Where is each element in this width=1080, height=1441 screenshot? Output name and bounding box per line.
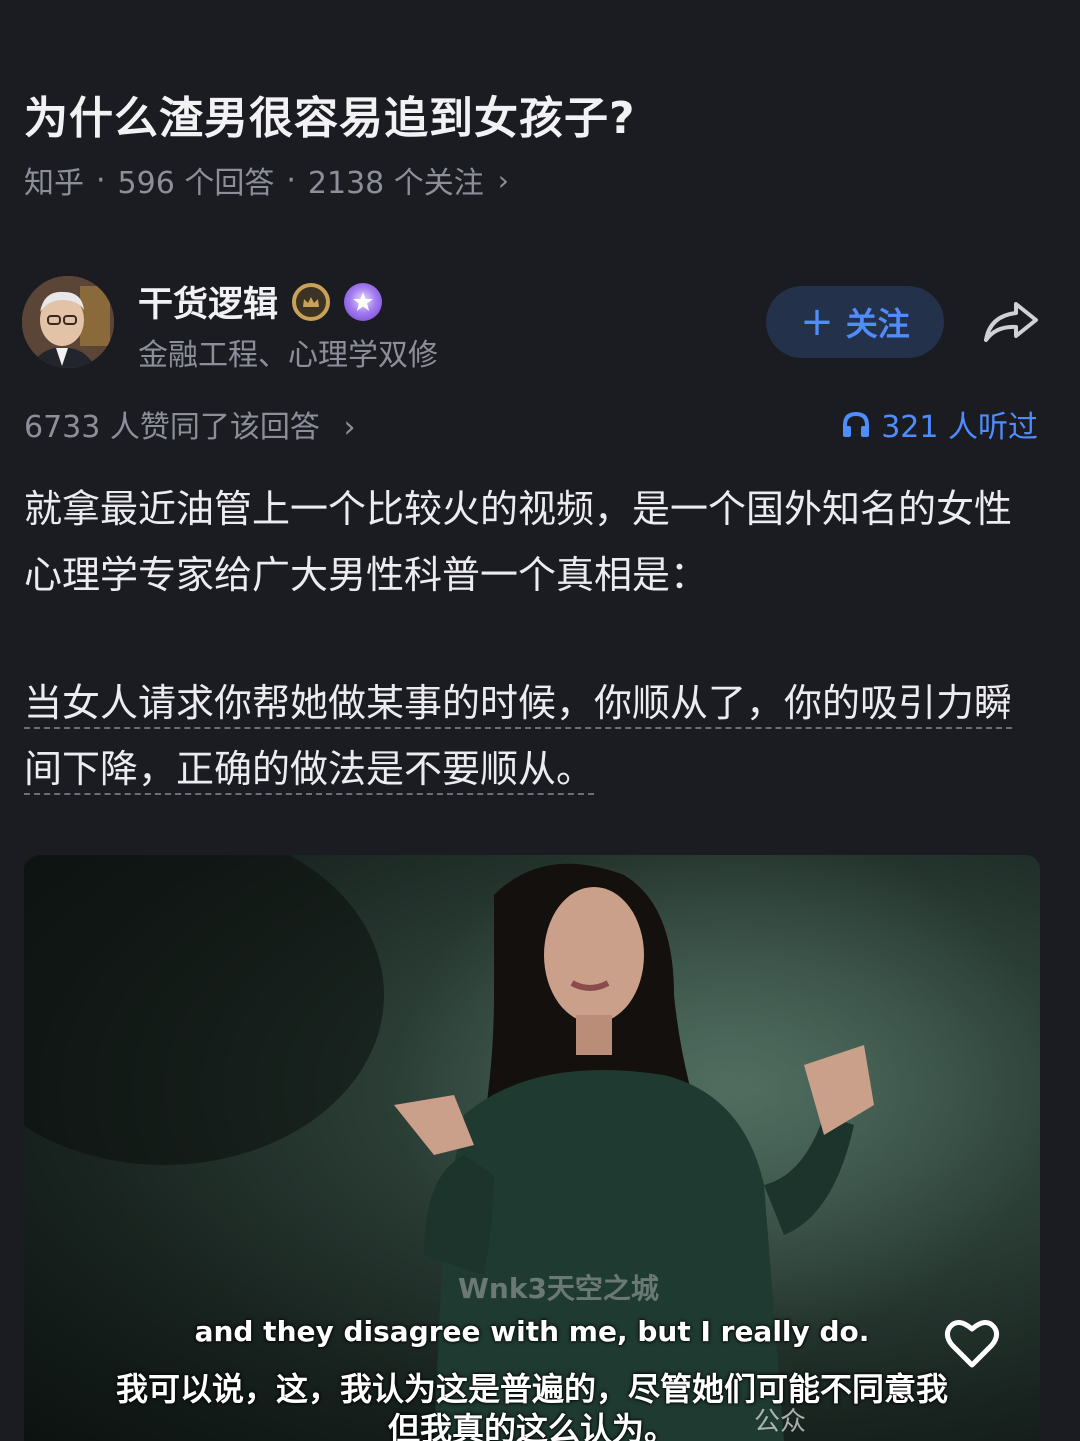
subtitle-english: and they disagree with me, but I really … [194,1315,870,1348]
headphones-icon [843,411,870,437]
star-badge-icon[interactable] [344,282,383,321]
agree-count: 6733 人赞同了该回答 [24,410,320,445]
author-bio: 金融工程、心理学双修 [138,338,438,373]
source-label: 知乎 [24,166,84,201]
crown-badge-icon[interactable] [292,282,331,321]
question-title[interactable]: 为什么渣男很容易追到女孩子? [24,82,636,146]
listen-count-button[interactable]: 321 人听过 [841,402,1038,446]
heart-icon[interactable] [944,1317,1000,1369]
subtitle-chinese: 我可以说，这，我认为这是普遍的，尽管她们可能不同意我 但我真的这么认为。 [24,1369,1040,1441]
listen-count: 321 人听过 [881,410,1038,445]
follower-count: 2138 个关注 [307,166,484,201]
chevron-right-icon: › [497,163,509,197]
author-name[interactable]: 干货逻辑 [138,276,278,327]
plus-icon: + [800,299,834,345]
video-watermark: Wnk3天空之城 [458,1272,659,1305]
meta-separator: · [96,162,106,198]
subtitle-chinese-line-1: 我可以说，这，我认为这是普遍的，尽管她们可能不同意我 [115,1370,948,1408]
answer-paragraph: 就拿最近油管上一个比较火的视频，是一个国外知名的女性心理学专家给广大男性科普一个… [24,487,1013,597]
agree-count-link[interactable]: 6733 人赞同了该回答 › [24,402,355,446]
meta-separator: · [286,162,296,198]
answer-paragraph-highlight[interactable]: 当女人请求你帮她做某事的时候，你顺从了，你的吸引力瞬间下降，正确的做法是不要顺从… [24,670,1014,802]
follow-button[interactable]: + 关注 [766,286,944,358]
follow-label: 关注 [845,305,910,343]
corner-watermark: 公众 [754,1407,807,1437]
subtitle-chinese-line-2: 但我真的这么认为。 [387,1410,676,1441]
avatar[interactable] [22,276,114,368]
highlighted-text[interactable]: 当女人请求你帮她做某事的时候，你顺从了，你的吸引力瞬间下降，正确的做法是不要顺从… [24,681,1013,795]
author-name-row[interactable]: 干货逻辑 [138,276,383,327]
video-player[interactable]: Wnk3天空之城 and they disagree with me, but … [24,855,1040,1441]
answer-count: 596 个回答 [117,166,275,201]
share-icon[interactable] [982,298,1040,346]
chevron-right-icon: › [343,410,356,445]
video-frame-image [24,855,1040,1441]
question-meta[interactable]: 知乎 · 596 个回答 · 2138 个关注 › [24,158,509,202]
